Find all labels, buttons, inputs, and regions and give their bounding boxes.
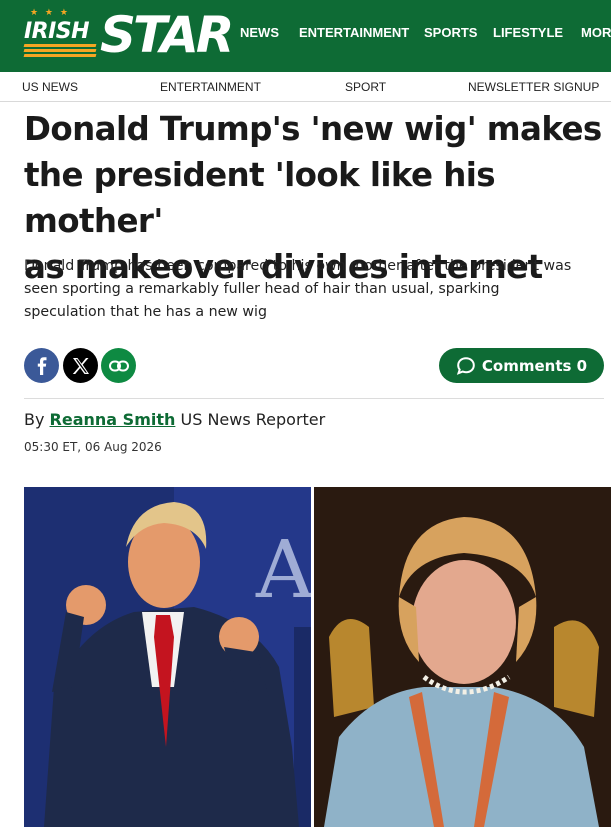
share-x-button[interactable] [63, 348, 98, 383]
nav-entertainment[interactable]: ENTERTAINMENT [299, 25, 409, 40]
nav-more[interactable]: MOR [581, 25, 611, 40]
divider [24, 398, 604, 399]
standfirst-line: seen sporting a remarkably fuller head o… [24, 281, 500, 297]
headline-line: Donald Trump's 'new wig' makes [24, 110, 602, 148]
x-icon [72, 357, 89, 374]
subnav-entertainment[interactable]: ENTERTAINMENT [160, 80, 261, 94]
comments-label: Comments 0 [481, 356, 588, 375]
author-link[interactable]: Reanna Smith [50, 410, 176, 429]
article-standfirst: Donald Trump has been compared to his ow… [24, 255, 604, 324]
hero-image[interactable]: A [24, 487, 611, 827]
subnav-newsletter-signup[interactable]: NEWSLETTER SIGNUP [468, 80, 599, 94]
logo-irish-text: IRISH [24, 19, 90, 44]
share-link-button[interactable] [101, 348, 136, 383]
logo-stripes [23, 44, 97, 58]
subnav-sport[interactable]: SPORT [345, 80, 386, 94]
subnav-us-news[interactable]: US NEWS [22, 80, 78, 94]
headline-line: the president 'look like his mother' [24, 156, 496, 240]
standfirst-line: speculation that he has a new wig [24, 304, 267, 320]
secondary-nav: US NEWS ENTERTAINMENT SPORT NEWSLETTER S… [0, 72, 611, 102]
comments-button[interactable]: Comments 0 [439, 348, 604, 383]
byline: By Reanna Smith US News Reporter [24, 410, 325, 429]
site-header: ★ ★ ★ IRISH STAR NEWS ENTERTAINMENT SPOR… [0, 0, 611, 72]
logo-star-text: STAR [100, 6, 234, 64]
backdrop-letter: A [255, 523, 315, 616]
nav-lifestyle[interactable]: LIFESTYLE [493, 25, 563, 40]
link-icon [108, 360, 129, 371]
author-role: US News Reporter [180, 410, 326, 429]
gilded-chair [329, 619, 374, 717]
nav-sports[interactable]: SPORTS [424, 25, 477, 40]
logo-stars: ★ ★ ★ [30, 8, 70, 18]
speech-bubble-icon [456, 356, 475, 375]
nav-news[interactable]: NEWS [240, 25, 279, 40]
byline-prefix: By [24, 410, 45, 429]
facebook-icon [37, 356, 46, 375]
standfirst-line: Donald Trump has been compared to his ow… [24, 258, 572, 274]
publish-timestamp: 05:30 ET, 06 Aug 2026 [24, 440, 162, 454]
site-logo[interactable]: ★ ★ ★ IRISH STAR [23, 6, 234, 64]
share-facebook-button[interactable] [24, 348, 59, 383]
